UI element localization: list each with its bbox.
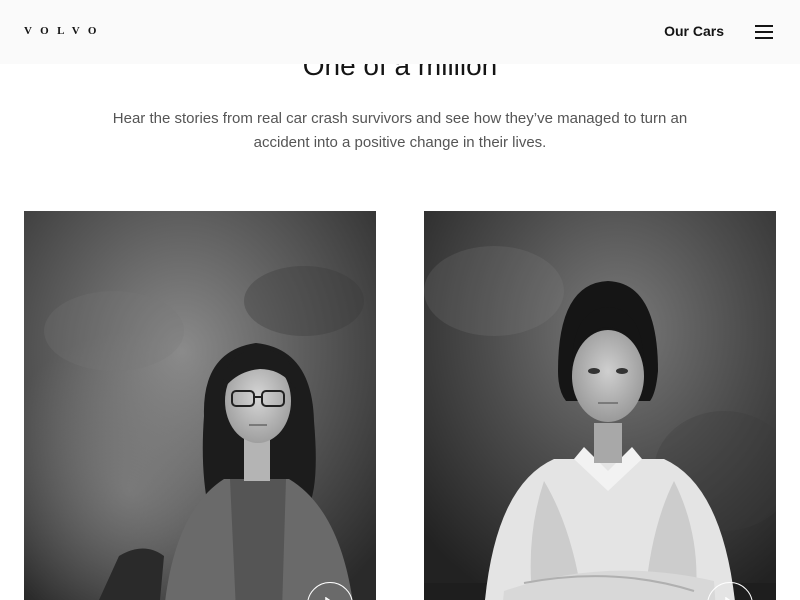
site-header: VOLVO Our Cars bbox=[0, 0, 800, 64]
survivor-portrait-1 bbox=[24, 211, 376, 600]
our-cars-link[interactable]: Our Cars bbox=[664, 23, 724, 39]
story-card-1[interactable] bbox=[24, 211, 376, 600]
intro-text: Hear the stories from real car crash sur… bbox=[112, 110, 688, 151]
survivor-portrait-2 bbox=[424, 211, 776, 600]
menu-bar bbox=[755, 31, 773, 33]
page: VOLVO Our Cars One of a million Hear the… bbox=[0, 0, 800, 600]
menu-bar bbox=[755, 25, 773, 27]
story-card-2[interactable] bbox=[424, 211, 776, 600]
menu-bar bbox=[755, 37, 773, 39]
volvo-logo[interactable]: VOLVO bbox=[24, 25, 105, 37]
hamburger-menu-icon[interactable] bbox=[755, 24, 773, 40]
